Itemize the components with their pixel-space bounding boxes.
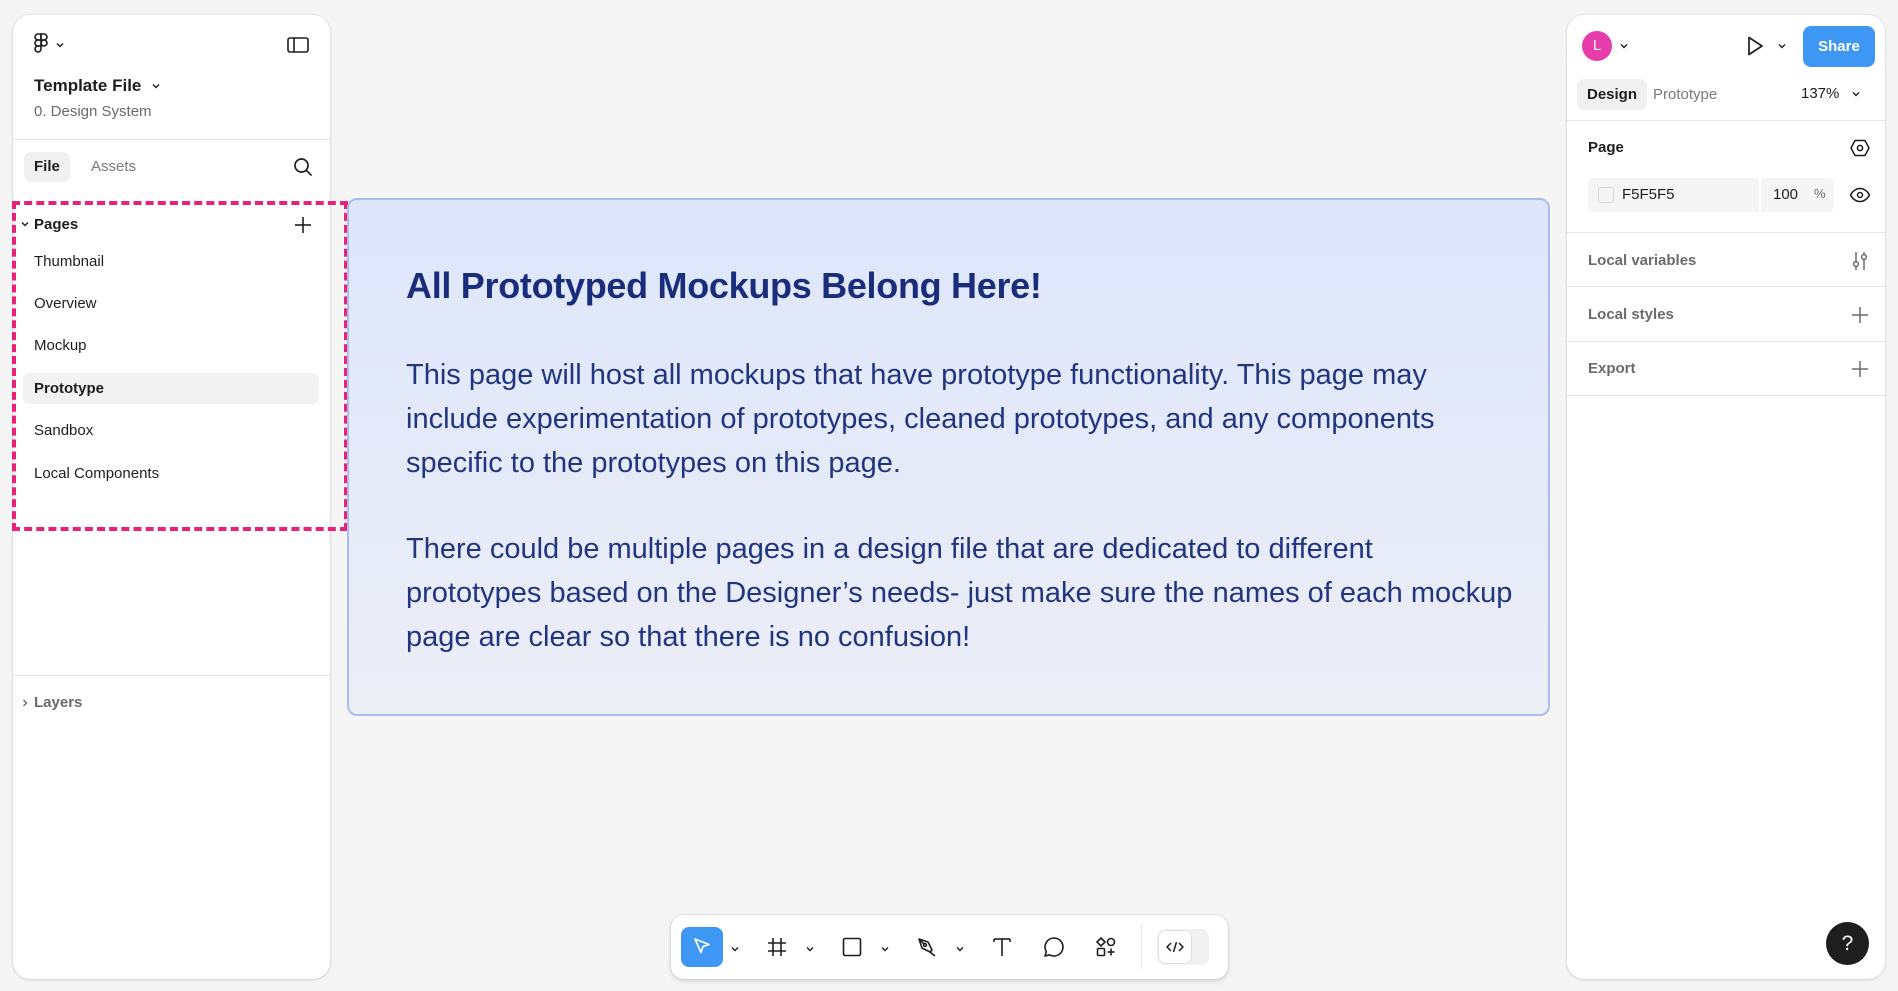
plus-icon	[1852, 307, 1868, 323]
comment-tool[interactable]	[1034, 927, 1074, 967]
zoom-dropdown[interactable]: 137%	[1801, 85, 1861, 102]
shape-tool[interactable]	[832, 927, 872, 967]
local-variables-button[interactable]	[1848, 249, 1872, 273]
pen-icon	[918, 938, 936, 957]
left-panel: Template File 0. Design System File Asse…	[12, 15, 348, 979]
code-icon	[1166, 941, 1184, 953]
project-name: 0. Design System	[34, 103, 152, 120]
add-export-button[interactable]	[1848, 357, 1872, 381]
divider	[1567, 286, 1885, 287]
plus-icon	[1852, 361, 1868, 377]
left-tabs: File Assets	[13, 140, 330, 188]
actions-tool[interactable]	[1086, 927, 1126, 967]
frame-paragraph-1: This page will host all mockups that hav…	[406, 359, 1435, 479]
page-item-sandbox[interactable]: Sandbox	[23, 415, 319, 446]
chevron-down-icon[interactable]	[880, 945, 890, 953]
right-panel: L Share Design Prototype 137% Page F5F5F…	[1567, 15, 1885, 979]
tab-file[interactable]: File	[24, 152, 70, 182]
main-menu-button[interactable]	[33, 33, 65, 57]
avatar[interactable]: L	[1582, 31, 1612, 61]
page-item-local-components[interactable]: Local Components	[23, 458, 319, 489]
page-item-mockup[interactable]: Mockup	[23, 330, 319, 361]
chevron-down-icon	[152, 84, 160, 89]
pages-section-header: Pages	[13, 210, 330, 240]
chevron-down-icon[interactable]	[955, 945, 965, 953]
rectangle-icon	[842, 937, 862, 957]
divider	[1567, 232, 1885, 233]
file-header: Template File 0. Design System	[13, 15, 330, 140]
file-title: Template File	[34, 76, 142, 95]
dev-mode-knob	[1159, 931, 1191, 963]
text-tool[interactable]	[982, 927, 1022, 967]
tab-prototype[interactable]: Prototype	[1643, 79, 1727, 110]
eye-icon	[1849, 187, 1871, 203]
add-local-style-button[interactable]	[1848, 303, 1872, 327]
figma-logo-icon	[34, 33, 48, 53]
frame-paragraph-2: There could be multiple pages in a desig…	[406, 533, 1513, 653]
play-icon[interactable]	[1744, 34, 1766, 58]
search-icon[interactable]	[292, 156, 314, 178]
visibility-toggle[interactable]	[1848, 183, 1872, 207]
divider	[1567, 120, 1885, 121]
plus-icon[interactable]	[292, 214, 314, 236]
move-tool[interactable]	[681, 927, 723, 967]
chevron-down-icon[interactable]	[805, 945, 815, 953]
local-variables-label: Local variables	[1588, 252, 1697, 269]
chevron-down-icon	[1852, 91, 1860, 96]
export-label: Export	[1588, 360, 1636, 377]
divider	[1567, 395, 1885, 396]
dev-mode-toggle[interactable]	[1157, 929, 1209, 965]
components-icon	[1095, 936, 1116, 957]
chevron-down-icon[interactable]	[1619, 42, 1629, 50]
cursor-icon	[694, 938, 710, 954]
canvas-frame[interactable]: All Prototyped Mockups Belong Here! This…	[347, 198, 1550, 716]
field-divider	[1759, 178, 1761, 212]
share-button[interactable]: Share	[1803, 26, 1875, 67]
sidebar-toggle-icon[interactable]	[286, 35, 310, 55]
tab-assets[interactable]: Assets	[81, 152, 146, 182]
pen-tool[interactable]	[907, 927, 947, 967]
chevron-down-icon	[56, 43, 64, 48]
text-icon	[993, 938, 1011, 956]
help-button[interactable]: ?	[1826, 922, 1869, 965]
chevron-down-icon[interactable]	[19, 218, 31, 230]
local-styles-label: Local styles	[1588, 306, 1674, 323]
pages-label[interactable]: Pages	[34, 216, 78, 233]
frame-tool[interactable]	[757, 927, 797, 967]
chevron-down-icon[interactable]	[730, 945, 740, 953]
file-title-dropdown[interactable]: Template File	[34, 76, 161, 96]
divider	[1567, 341, 1885, 342]
color-swatch[interactable]	[1598, 187, 1614, 203]
frame-heading: All Prototyped Mockups Belong Here!	[406, 265, 1042, 306]
page-item-prototype[interactable]: Prototype	[23, 373, 319, 404]
opacity-value[interactable]: 100	[1773, 186, 1798, 203]
layers-label[interactable]: Layers	[34, 694, 82, 711]
layers-section: Layers	[13, 675, 330, 723]
chevron-right-icon[interactable]	[20, 698, 30, 708]
sliders-icon	[1852, 252, 1868, 270]
page-color-field[interactable]: F5F5F5 100 %	[1588, 178, 1834, 212]
chevron-down-icon[interactable]	[1777, 42, 1787, 50]
toolbar-divider	[1141, 925, 1142, 969]
comment-icon	[1044, 937, 1064, 957]
page-settings-button[interactable]	[1848, 136, 1872, 160]
page-item-overview[interactable]: Overview	[23, 288, 319, 319]
opacity-unit: %	[1814, 186, 1826, 201]
bottom-toolbar	[671, 915, 1228, 979]
hexagon-settings-icon	[1850, 139, 1870, 157]
tab-design[interactable]: Design	[1577, 79, 1648, 110]
color-hex-value[interactable]: F5F5F5	[1622, 186, 1675, 203]
frame-icon	[768, 938, 786, 956]
zoom-level: 137%	[1801, 85, 1840, 102]
page-item-thumbnail[interactable]: Thumbnail	[23, 246, 319, 277]
page-section-label: Page	[1588, 139, 1624, 156]
